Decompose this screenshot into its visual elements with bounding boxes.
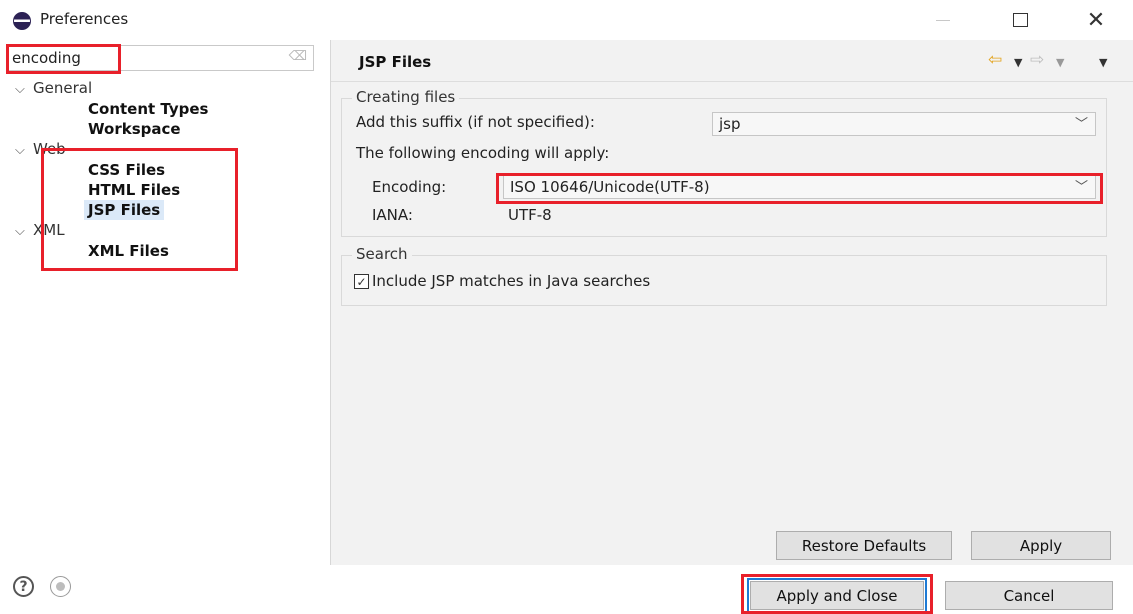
tree-item-xml[interactable]: ⌵ XML: [15, 220, 65, 240]
dialog-footer: ? Apply and Close Cancel: [0, 565, 1133, 614]
eclipse-icon: [13, 12, 31, 30]
cancel-button[interactable]: Cancel: [945, 581, 1113, 610]
tree-item-html-files[interactable]: HTML Files: [88, 180, 180, 200]
iana-label: IANA:: [372, 206, 413, 224]
chevron-down-icon: ﹀: [1074, 180, 1088, 195]
import-export-icon[interactable]: [50, 576, 71, 597]
tree-item-jsp-files[interactable]: JSP Files: [84, 200, 165, 220]
chevron-down-icon[interactable]: ⌵: [15, 222, 33, 242]
creating-files-group: Creating files Add this suffix (if not s…: [341, 88, 1107, 237]
suffix-label: Add this suffix (if not specified):: [356, 113, 595, 131]
encoding-intro: The following encoding will apply:: [356, 144, 610, 162]
suffix-combo[interactable]: jsp ﹀: [712, 112, 1096, 136]
restore-defaults-button[interactable]: Restore Defaults: [776, 531, 952, 560]
tree-item-web[interactable]: ⌵ Web: [15, 139, 66, 159]
tree-item-label: XML: [33, 221, 65, 239]
close-button[interactable]: ✕: [1073, 4, 1119, 36]
encoding-combo[interactable]: ISO 10646/Unicode(UTF-8) ﹀: [503, 175, 1096, 199]
search-group: Search ✓ Include JSP matches in Java sea…: [341, 245, 1107, 306]
window-title: Preferences: [40, 10, 129, 28]
view-menu-icon[interactable]: ▼: [1099, 54, 1107, 72]
apply-button[interactable]: Apply: [971, 531, 1111, 560]
include-jsp-checkbox[interactable]: ✓: [354, 274, 369, 289]
chevron-down-icon[interactable]: ⌵: [15, 141, 33, 161]
forward-menu-icon[interactable]: ▼: [1056, 54, 1064, 72]
minimize-button[interactable]: [920, 4, 966, 36]
eraser-icon[interactable]: ⌫: [289, 49, 307, 64]
back-arrow-icon[interactable]: ⇦: [988, 51, 1002, 69]
tree-item-css-files[interactable]: CSS Files: [88, 160, 165, 180]
tree-item-label: General: [33, 79, 93, 97]
back-menu-icon[interactable]: ▼: [1014, 54, 1022, 72]
apply-and-close-button[interactable]: Apply and Close: [750, 581, 924, 610]
filter-field[interactable]: ⌫: [8, 45, 314, 71]
page-header: JSP Files ⇦ ▼ ⇨ ▼ ▼: [331, 40, 1133, 82]
checkbox-label: Include JSP matches in Java searches: [372, 272, 651, 290]
checkmark-icon: ✓: [356, 274, 367, 289]
page-title: JSP Files: [359, 53, 432, 71]
group-label: Search: [352, 245, 412, 263]
tree-item-content-types[interactable]: Content Types: [88, 99, 208, 119]
iana-value: UTF-8: [508, 206, 552, 224]
maximize-button[interactable]: [997, 4, 1043, 36]
tree-item-xml-files[interactable]: XML Files: [88, 241, 169, 261]
tree-item-general[interactable]: ⌵ General: [15, 78, 92, 98]
tree-item-workspace[interactable]: Workspace: [88, 119, 181, 139]
preference-tree-pane: ⌫ ⌵General Content Types Workspace ⌵Web …: [0, 40, 330, 560]
preference-page: JSP Files ⇦ ▼ ⇨ ▼ ▼ Creating files Add t…: [331, 40, 1133, 565]
close-icon: ✕: [1086, 7, 1106, 33]
encoding-value: ISO 10646/Unicode(UTF-8): [510, 178, 710, 196]
chevron-down-icon: ﹀: [1074, 117, 1088, 132]
filter-input[interactable]: [9, 46, 119, 70]
forward-arrow-icon[interactable]: ⇨: [1030, 51, 1044, 69]
encoding-label: Encoding:: [372, 178, 447, 196]
chevron-down-icon[interactable]: ⌵: [15, 80, 33, 100]
suffix-value: jsp: [719, 115, 741, 133]
title-bar: Preferences ✕: [0, 0, 1133, 40]
tree-item-label: Web: [33, 140, 66, 158]
group-label: Creating files: [352, 88, 460, 106]
help-icon[interactable]: ?: [13, 576, 34, 597]
